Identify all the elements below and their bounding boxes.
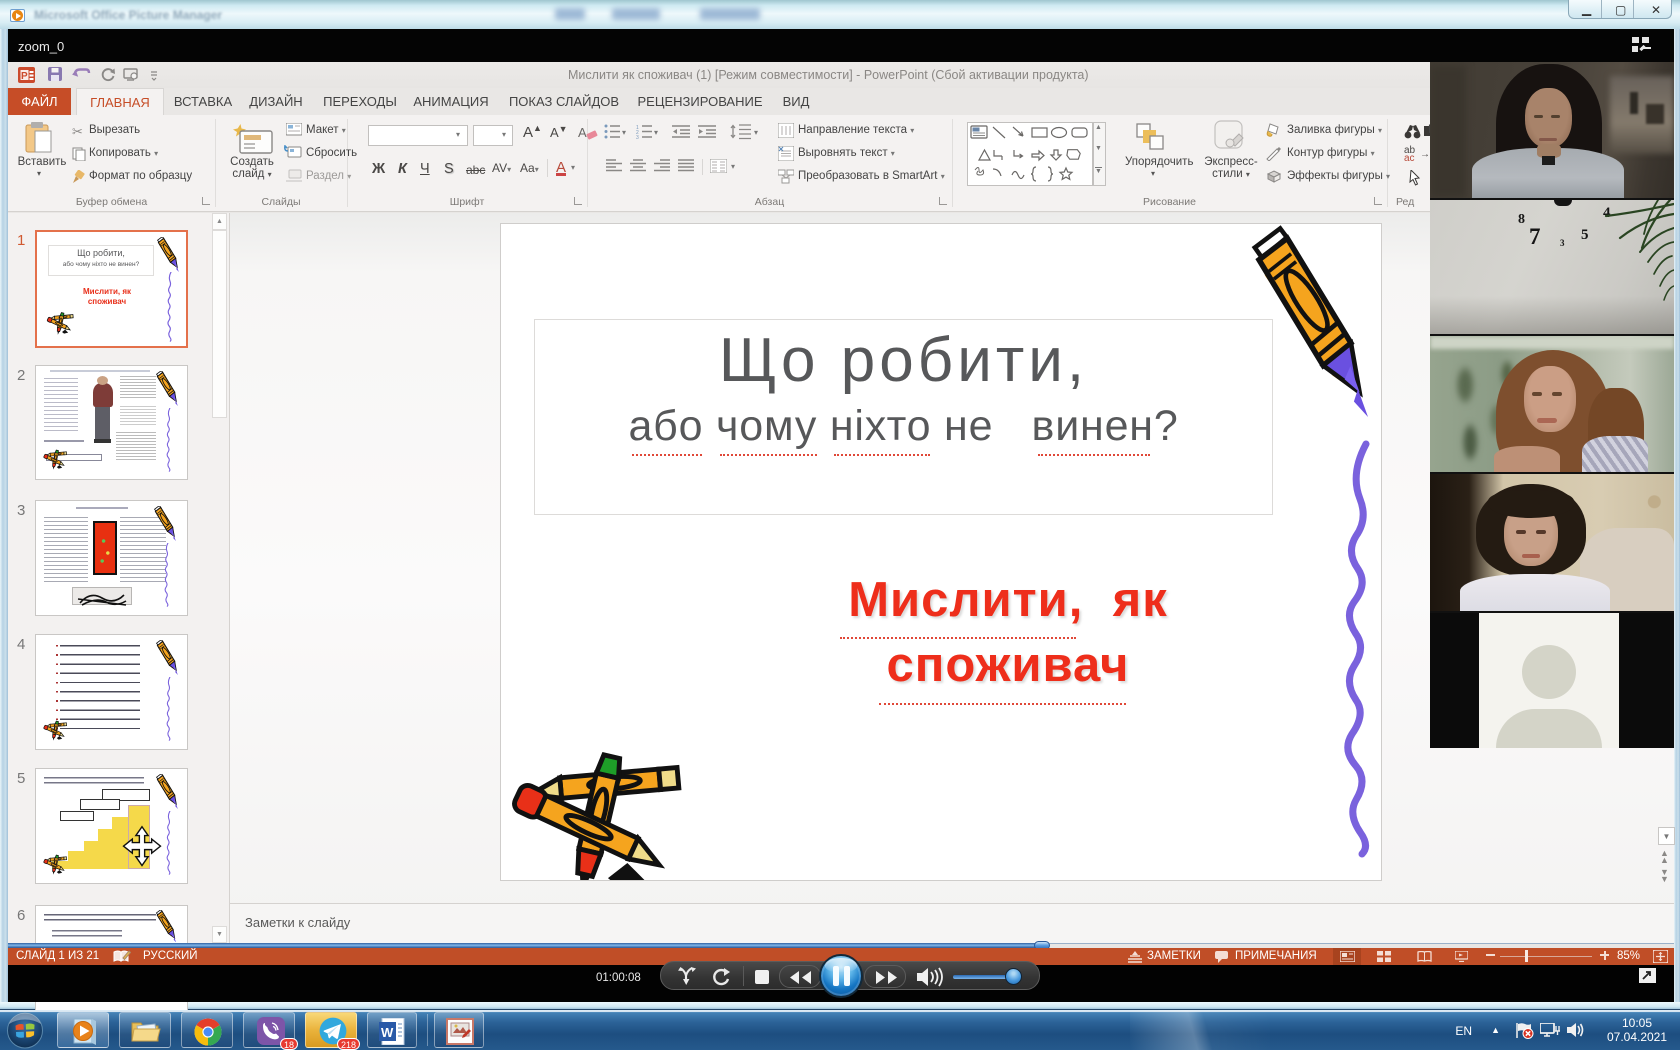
svg-text:3: 3 — [636, 135, 639, 139]
svg-text:W: W — [381, 1025, 394, 1040]
svg-text:А: А — [578, 125, 587, 140]
svg-text:P: P — [21, 71, 28, 82]
